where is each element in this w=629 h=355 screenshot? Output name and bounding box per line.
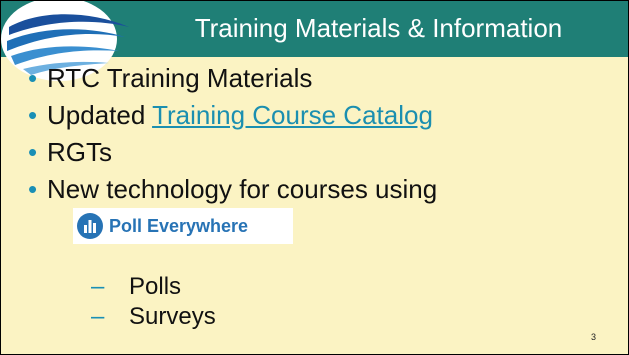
bullet-item-catalog: • Updated Training Course Catalog (28, 100, 437, 137)
dash-marker: – (91, 303, 105, 330)
dash-marker: – (91, 273, 105, 300)
slide-title: Training Materials & Information (194, 13, 563, 43)
page-number: 3 (590, 332, 596, 342)
bullet-item-rgts: • RGTs (28, 137, 437, 174)
slide: Training Materials & Information • RTC Tr… (1, 1, 628, 354)
bullet-marker: • (28, 63, 38, 93)
sub-bullet-text: Surveys (129, 303, 216, 330)
poll-everywhere-logo: Poll Everywhere (73, 208, 293, 244)
poll-everywhere-wordmark: Poll Everywhere (109, 216, 249, 236)
bullet-item-rtc: • RTC Training Materials (28, 63, 437, 100)
bullet-text: New technology for courses using (47, 174, 438, 204)
bullet-marker: • (28, 137, 38, 167)
bullet-list: • RTC Training Materials • Updated Trainin… (28, 63, 437, 211)
bullet-text: Updated (47, 100, 153, 130)
bullet-marker: • (28, 174, 38, 204)
sub-bullet-text: Polls (129, 273, 182, 300)
bullet-text: RGTs (47, 137, 112, 167)
bullet-item-technology: • New technology for courses using (28, 174, 437, 211)
bullet-text: RTC Training Materials (47, 63, 313, 93)
sub-bullet-list: – Polls – Surveys (91, 273, 216, 333)
training-course-catalog-link[interactable]: Training Course Catalog (152, 100, 433, 130)
sub-bullet-polls: – Polls (91, 273, 216, 303)
sub-bullet-surveys: – Surveys (91, 303, 216, 333)
bullet-marker: • (28, 100, 38, 130)
poll-everywhere-icon (77, 213, 103, 239)
